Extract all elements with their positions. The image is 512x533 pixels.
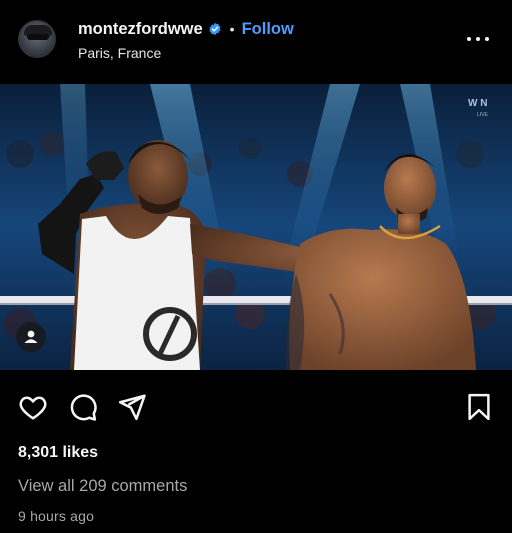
wrestling-photo-illustration: W N LIVE [0,84,512,370]
send-icon[interactable] [117,392,147,422]
likes-count[interactable]: 8,301 likes [18,444,98,462]
user-line: montezfordwwe • Follow [78,18,294,40]
view-comments-link[interactable]: View all 209 comments [18,477,187,496]
photo-watermark-sub: LIVE [477,112,489,118]
post-photo[interactable]: W N LIVE [0,84,512,370]
separator-dot: • [229,21,235,37]
bookmark-icon[interactable] [464,392,494,422]
heart-icon[interactable] [18,392,48,422]
user-tag-icon[interactable] [16,322,46,352]
location-link[interactable]: Paris, France [78,45,161,61]
post-actions [0,388,512,428]
post-timestamp: 9 hours ago [18,508,95,524]
photo-watermark: W N [468,98,487,109]
avatar-mask [27,34,49,40]
post-header: montezfordwwe • Follow Paris, France [0,0,512,84]
more-options-icon[interactable] [466,28,490,48]
comment-icon[interactable] [68,392,98,422]
profile-avatar[interactable] [18,20,56,58]
follow-button[interactable]: Follow [242,20,294,39]
verified-badge-icon [209,22,221,36]
username-link[interactable]: montezfordwwe [78,20,203,39]
